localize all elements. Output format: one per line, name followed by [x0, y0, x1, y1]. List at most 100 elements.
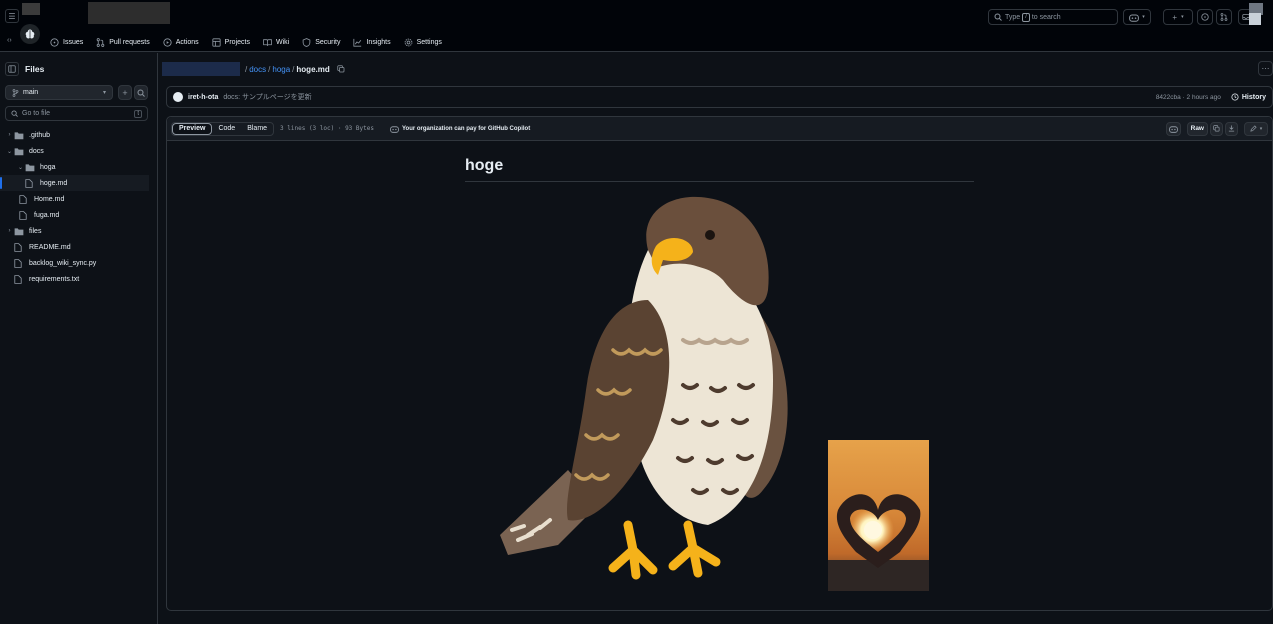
search-shortcut-key: / [1022, 12, 1030, 22]
search-files-button[interactable] [134, 85, 148, 100]
file-icon [14, 274, 24, 284]
repo-logo-icon [20, 24, 40, 44]
tab-label: Actions [175, 38, 199, 46]
tree-item-hoge-md[interactable]: hoge.md [0, 175, 149, 191]
tree-item-label: Home.md [34, 195, 65, 203]
file-tree: › .github ⌄ docs ⌄ hoga hoge.md Home.md … [0, 127, 157, 287]
pull-request-icon [1220, 13, 1228, 21]
branch-selector[interactable]: main ▾ [5, 85, 113, 100]
history-button[interactable]: History [1231, 93, 1266, 101]
sidebar-header: Files [5, 62, 44, 76]
commit-author[interactable]: iret-h-ota [188, 94, 218, 101]
copy-path-icon[interactable] [337, 65, 345, 73]
author-avatar[interactable] [173, 92, 183, 102]
copilot-promo[interactable]: Your organization can pay for GitHub Cop… [390, 125, 530, 133]
go-to-file-input[interactable]: Go to file t [5, 106, 148, 121]
create-new-button[interactable]: + ▾ [1163, 9, 1193, 25]
history-icon [1231, 93, 1239, 101]
tab-preview[interactable]: Preview [172, 122, 213, 135]
graph-icon [353, 38, 362, 47]
file-info: 3 lines (3 loc) · 93 Bytes [280, 125, 374, 132]
tree-item-readme[interactable]: README.md [0, 239, 157, 255]
edit-button[interactable]: ▾ [1244, 121, 1268, 136]
tree-item-files[interactable]: › files [0, 223, 157, 239]
tab-label: Security [315, 38, 341, 46]
go-to-file-shortcut: t [134, 109, 142, 118]
issues-button[interactable] [1197, 9, 1213, 25]
search-input[interactable]: Type / to search [988, 9, 1118, 25]
menu-icon[interactable]: ☰ [5, 9, 19, 23]
breadcrumb-link-docs[interactable]: docs [249, 65, 266, 74]
tab-label: Settings [416, 38, 442, 46]
tab-wiki[interactable]: Wiki [263, 38, 289, 47]
copy-raw-button[interactable] [1210, 121, 1223, 136]
download-icon [1228, 125, 1235, 132]
copilot-button[interactable]: ▾ [1123, 9, 1151, 25]
sidebar-title: Files [25, 64, 45, 74]
global-header: ☰ Type / to search ▾ + ▾ ‹› Issues Pull … [0, 0, 1273, 52]
tree-item-docs[interactable]: ⌄ docs [0, 143, 157, 159]
gear-icon [404, 38, 413, 47]
commit-message[interactable]: docs: サンプルページを更新 [223, 92, 311, 102]
copilot-icon [390, 125, 399, 133]
table-icon [212, 37, 221, 47]
play-icon [163, 37, 172, 47]
sunset-heart-hands-photo [828, 440, 929, 591]
tree-item-label: hoga [40, 163, 56, 171]
tree-item-backlog-wiki-sync[interactable]: backlog_wiki_sync.py [0, 255, 157, 271]
copilot-promo-text: Your organization can pay for GitHub Cop… [401, 125, 531, 132]
history-label: History [1241, 93, 1266, 101]
tree-item-label: README.md [29, 243, 71, 251]
tab-label: Insights [366, 38, 391, 46]
copilot-icon [1168, 125, 1178, 133]
latest-commit-bar: iret-h-ota docs: サンプルページを更新 8422cba · 2 … [166, 86, 1273, 108]
file-icon [25, 178, 35, 188]
file-icon [19, 210, 29, 220]
copilot-chat-button[interactable] [1165, 121, 1181, 136]
folder-open-icon [25, 163, 35, 172]
tab-blame[interactable]: Blame [241, 123, 273, 135]
tree-item-home-md[interactable]: Home.md [0, 191, 157, 207]
tab-actions[interactable]: Actions [163, 37, 199, 47]
tab-projects[interactable]: Projects [212, 37, 250, 47]
branch-icon [12, 88, 19, 97]
tab-pull-requests[interactable]: Pull requests [96, 37, 150, 47]
file-actions: Raw ▾ [1164, 121, 1268, 136]
tree-item-label: hoge.md [40, 179, 68, 187]
chevron-down-icon: ⌄ [6, 148, 13, 155]
sidebar-collapse-icon[interactable] [5, 62, 19, 76]
raw-button[interactable]: Raw [1186, 121, 1208, 136]
pull-requests-button[interactable] [1216, 9, 1232, 25]
code-icon[interactable]: ‹› [7, 37, 12, 44]
commit-meta[interactable]: 8422cba · 2 hours ago [1156, 94, 1221, 101]
tab-label: Issues [63, 38, 84, 46]
book-icon [263, 38, 272, 47]
breadcrumb-link-hoga[interactable]: hoga [272, 65, 290, 74]
tree-item-fuga-md[interactable]: fuga.md [0, 207, 157, 223]
tree-item-hoga[interactable]: ⌄ hoga [0, 159, 157, 175]
more-options-button[interactable]: ⋯ [1258, 61, 1273, 76]
tree-item-github[interactable]: › .github [0, 127, 157, 143]
tab-security[interactable]: Security [302, 37, 341, 47]
tab-insights[interactable]: Insights [353, 38, 391, 47]
tree-item-requirements[interactable]: requirements.txt [0, 271, 157, 287]
tree-item-label: .github [29, 131, 51, 139]
breadcrumb-separator: / [292, 64, 295, 74]
avatar-image [1249, 13, 1261, 25]
tab-issues[interactable]: Issues [50, 37, 84, 47]
tree-item-label: files [29, 227, 42, 235]
add-file-button[interactable]: + [118, 85, 132, 100]
pull-request-icon [96, 37, 105, 47]
download-button[interactable] [1225, 121, 1238, 136]
breadcrumb: / docs / hoga / hoge.md [162, 62, 345, 76]
chevron-down-icon: ▾ [1259, 125, 1263, 132]
hawk-illustration-image [498, 190, 798, 580]
file-tree-sidebar: Files main ▾ + Go to file t › .github ⌄ … [0, 53, 158, 624]
tab-code[interactable]: Code [212, 123, 241, 135]
markdown-heading: hoge [465, 157, 974, 182]
chevron-down-icon: ▾ [1142, 14, 1145, 20]
chevron-right-icon: › [8, 228, 11, 234]
redacted-repo-link[interactable] [162, 62, 240, 76]
redacted-repo-name [88, 2, 170, 24]
tab-settings[interactable]: Settings [404, 38, 442, 47]
